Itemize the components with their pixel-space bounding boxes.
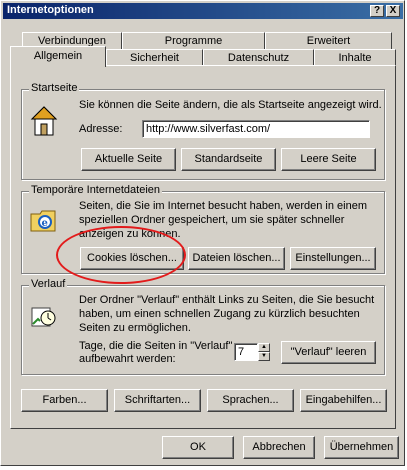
history-icon	[31, 307, 56, 327]
temp-line-3: anzeigen zu können.	[79, 228, 181, 240]
history-days-label-1: Tage, die die Seiten in "Verlauf"	[79, 340, 233, 352]
temp-line-1: Seiten, die Sie im Internet besucht habe…	[79, 200, 368, 212]
blank-page-button[interactable]: Leere Seite	[281, 148, 376, 171]
startseite-label: Startseite	[29, 82, 80, 94]
tab-erweitert[interactable]: Erweitert	[265, 32, 392, 50]
history-line-3: Seiten zu ermöglichen.	[79, 322, 191, 334]
history-group: Verlauf Der Ordner "Verlauf" enthält Lin…	[21, 278, 385, 375]
startseite-group: Startseite Sie können die Seite ändern, …	[21, 82, 385, 180]
clear-history-button[interactable]: "Verlauf" leeren	[281, 341, 376, 364]
help-button[interactable]: ?	[370, 5, 384, 17]
address-input[interactable]: http://www.silverfast.com/	[142, 120, 370, 138]
temp-files-group: Temporäre Internetdateien e Seiten, die …	[21, 184, 385, 274]
history-days-input[interactable]: 7	[234, 343, 258, 361]
home-page-icon	[30, 106, 58, 136]
folder-ie-icon: e	[30, 210, 56, 232]
history-line-2: haben, um einen schnellen Zugang zu kürz…	[79, 308, 360, 320]
languages-button[interactable]: Sprachen...	[207, 389, 294, 412]
startseite-description: Sie können die Seite ändern, die als Sta…	[79, 99, 382, 111]
close-button[interactable]: X	[386, 5, 400, 17]
history-line-1: Der Ordner "Verlauf" enthält Links zu Se…	[79, 294, 375, 306]
current-page-button[interactable]: Aktuelle Seite	[81, 148, 176, 171]
cancel-button[interactable]: Abbrechen	[243, 436, 315, 459]
internet-options-dialog: Internetoptionen ? X Verbindungen Progra…	[0, 0, 405, 466]
delete-files-button[interactable]: Dateien löschen...	[188, 247, 285, 270]
svg-text:e: e	[42, 218, 48, 229]
accessibility-button[interactable]: Eingabehilfen...	[300, 389, 387, 412]
apply-button[interactable]: Übernehmen	[324, 436, 399, 459]
days-down-arrow-icon[interactable]: ▼	[258, 352, 270, 361]
window-title: Internetoptionen	[7, 4, 94, 16]
history-label: Verlauf	[29, 278, 68, 290]
colors-button[interactable]: Farben...	[21, 389, 108, 412]
tab-programme[interactable]: Programme	[122, 32, 265, 50]
ok-button[interactable]: OK	[162, 436, 234, 459]
address-label: Adresse:	[79, 123, 123, 135]
days-up-arrow-icon[interactable]: ▲	[258, 343, 270, 352]
history-days-label-2: aufbewahrt werden:	[79, 353, 176, 365]
temp-files-label: Temporäre Internetdateien	[29, 184, 163, 196]
delete-cookies-button[interactable]: Cookies löschen...	[80, 247, 184, 270]
general-tab-panel: Startseite Sie können die Seite ändern, …	[10, 65, 396, 429]
title-bar[interactable]: Internetoptionen ? X	[3, 3, 403, 19]
temp-settings-button[interactable]: Einstellungen...	[290, 247, 376, 270]
fonts-button[interactable]: Schriftarten...	[114, 389, 201, 412]
tab-allgemein[interactable]: Allgemein	[10, 46, 106, 67]
default-page-button[interactable]: Standardseite	[181, 148, 276, 171]
temp-line-2: speziellen Ordner gespeichert, um sie sp…	[79, 214, 345, 226]
